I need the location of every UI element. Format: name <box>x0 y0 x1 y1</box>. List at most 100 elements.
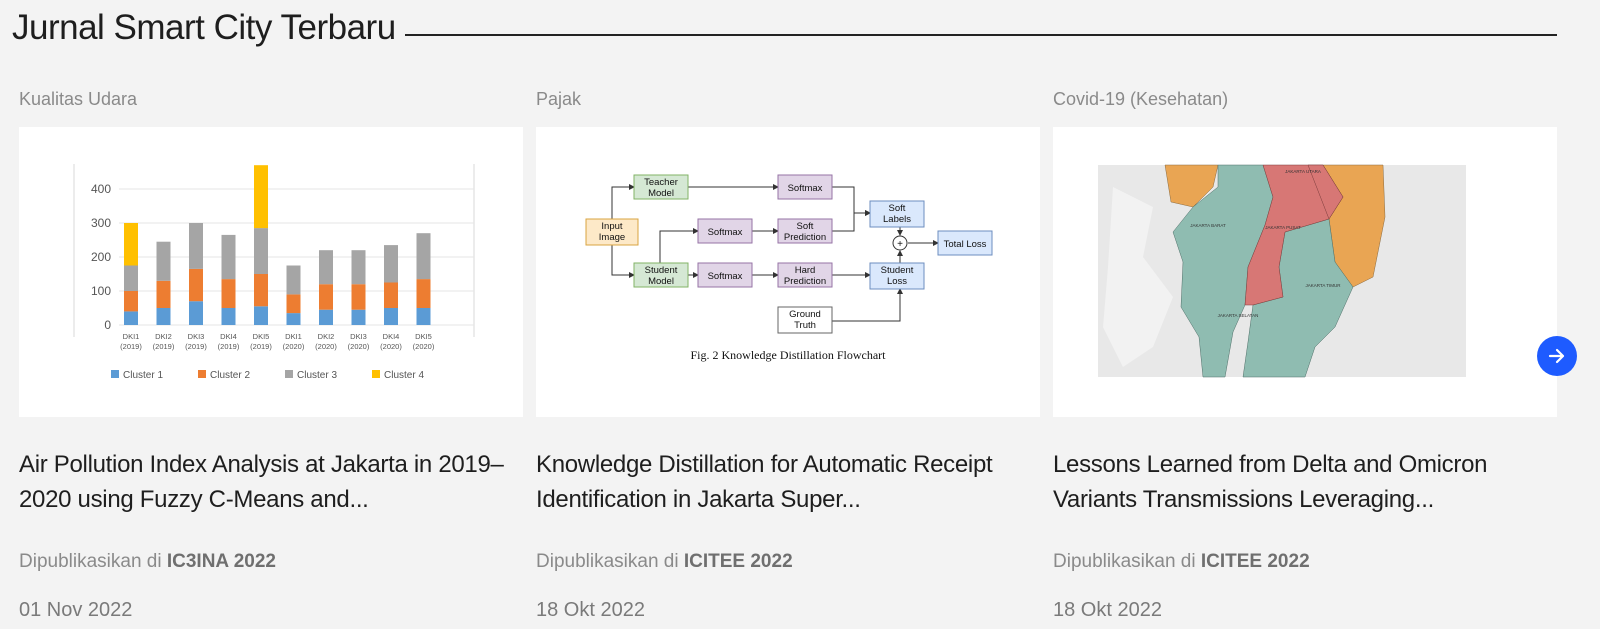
card-venue: Dipublikasikan di ICITEE 2022 <box>536 551 1040 573</box>
x-tick-label: (2019) <box>120 342 142 351</box>
x-tick-label: DKI2 <box>318 332 335 341</box>
card-category[interactable]: Covid-19 (Kesehatan) <box>1053 88 1557 127</box>
bar-segment <box>124 291 138 312</box>
x-tick-label: (2019) <box>250 342 272 351</box>
carousel-next-button[interactable] <box>1537 336 1577 376</box>
legend-label: Cluster 1 <box>123 370 163 381</box>
x-tick-label: DKI4 <box>220 332 237 341</box>
bar-segment <box>319 250 333 285</box>
bar-segment <box>254 306 268 325</box>
node-softmax: Softmax <box>788 183 823 194</box>
x-tick-label: DKI5 <box>253 332 270 341</box>
legend-swatch <box>285 370 293 378</box>
y-tick: 200 <box>91 250 111 264</box>
card-category[interactable]: Kualitas Udara <box>19 88 523 127</box>
svg-text:Model: Model <box>648 276 674 287</box>
card-title[interactable]: Air Pollution Index Analysis at Jakarta … <box>19 447 523 527</box>
bar-segment <box>351 284 366 310</box>
bar-segment <box>156 241 171 281</box>
y-tick: 100 <box>91 284 111 298</box>
bar-segment <box>124 265 138 291</box>
map-label: JAKARTA TIMUR <box>1305 283 1341 288</box>
x-tick-label: DKI4 <box>383 332 400 341</box>
svg-text:Prediction: Prediction <box>784 276 826 287</box>
svg-text:Image: Image <box>599 232 625 243</box>
x-tick-label: (2020) <box>315 342 337 351</box>
bar-segment <box>286 294 301 314</box>
card-date: 18 Okt 2022 <box>1053 599 1162 621</box>
bar-segment <box>156 308 171 325</box>
card-title[interactable]: Lessons Learned from Delta and Omicron V… <box>1053 447 1557 527</box>
venue-name: IC3INA 2022 <box>166 551 276 572</box>
card-thumbnail-flowchart[interactable]: Input Image Teacher Model Student Model … <box>536 127 1040 417</box>
bar-segment <box>416 279 431 308</box>
journal-card-1[interactable]: Kualitas Udara 400 300 200 100 0 DKI1 (20… <box>19 88 523 622</box>
x-tick-label: DKI1 <box>123 332 140 341</box>
x-tick-label: (2019) <box>218 342 240 351</box>
node-soft-prediction: Soft <box>797 221 814 232</box>
node-student-model: Student <box>645 265 678 276</box>
svg-text:Loss: Loss <box>887 276 907 287</box>
bar-segment <box>221 308 236 325</box>
venue-prefix: Dipublikasikan di <box>19 551 162 572</box>
card-title[interactable]: Knowledge Distillation for Automatic Rec… <box>536 447 1040 527</box>
x-tick-label: (2019) <box>153 342 175 351</box>
venue-prefix: Dipublikasikan di <box>536 551 679 572</box>
node-teacher-model: Teacher <box>644 177 678 188</box>
x-tick-label: DKI5 <box>415 332 432 341</box>
y-tick: 300 <box>91 216 111 230</box>
title-divider <box>405 34 1557 36</box>
node-input-image: Input <box>601 221 622 232</box>
journal-card-2[interactable]: Pajak Input Image Teacher Model Student … <box>536 88 1040 622</box>
svg-text:Truth: Truth <box>794 320 816 331</box>
x-tick-label: (2020) <box>413 342 435 351</box>
y-tick: 400 <box>91 182 111 196</box>
card-thumbnail-map[interactable]: JAKARTA UTARA JAKARTA BARAT JAKARTA PUSA… <box>1053 127 1557 417</box>
card-thumbnail-chart[interactable]: 400 300 200 100 0 DKI1 (2019) DKI2 (2019) DK… <box>19 127 523 417</box>
svg-text:Prediction: Prediction <box>784 232 826 243</box>
section-title: Jurnal Smart City Terbaru <box>12 8 396 47</box>
x-tick-label: DKI2 <box>155 332 172 341</box>
bar-segment <box>124 223 138 266</box>
bar-segment <box>221 234 236 280</box>
legend-label: Cluster 3 <box>297 370 337 381</box>
card-category[interactable]: Pajak <box>536 88 1040 127</box>
bar-segment <box>351 250 366 285</box>
node-softmax: Softmax <box>708 271 743 282</box>
map-label: JAKARTA BARAT <box>1190 223 1226 228</box>
legend-label: Cluster 4 <box>384 370 424 381</box>
bar-segment <box>384 245 398 283</box>
x-tick-label: DKI3 <box>350 332 367 341</box>
bar-segment <box>416 233 431 280</box>
x-tick-label: (2020) <box>283 342 305 351</box>
journal-card-3[interactable]: Covid-19 (Kesehatan) JAKARTA UTARA JAKAR… <box>1053 88 1557 622</box>
node-softmax: Softmax <box>708 227 743 238</box>
card-venue: Dipublikasikan di ICITEE 2022 <box>1053 551 1557 573</box>
legend-swatch <box>372 370 380 378</box>
node-hard-prediction: Hard <box>795 265 816 276</box>
node-total-loss: Total Loss <box>944 239 987 250</box>
bar-segment <box>351 309 366 325</box>
x-tick-label: (2020) <box>348 342 370 351</box>
bar-segment <box>189 301 203 325</box>
bar-segment <box>384 308 398 325</box>
bar-segment <box>189 268 203 302</box>
venue-name: ICITEE 2022 <box>683 551 793 572</box>
arrow-right-icon <box>1548 348 1565 364</box>
svg-text:Model: Model <box>648 188 674 199</box>
bar-segment <box>254 165 268 229</box>
x-tick-label: DKI1 <box>285 332 302 341</box>
plus-operator: + <box>897 239 903 250</box>
x-tick-label: (2020) <box>380 342 402 351</box>
bar-segment <box>416 308 431 325</box>
node-ground-truth: Ground <box>789 309 821 320</box>
card-date: 18 Okt 2022 <box>536 599 645 621</box>
figure-caption: Fig. 2 Knowledge Distillation Flowchart <box>691 348 887 362</box>
bar-segment <box>319 284 333 310</box>
x-tick-label: (2019) <box>185 342 207 351</box>
venue-name: ICITEE 2022 <box>1200 551 1310 572</box>
bar-segment <box>286 313 301 325</box>
legend-label: Cluster 2 <box>210 370 250 381</box>
bar-segment <box>189 223 203 269</box>
venue-prefix: Dipublikasikan di <box>1053 551 1196 572</box>
